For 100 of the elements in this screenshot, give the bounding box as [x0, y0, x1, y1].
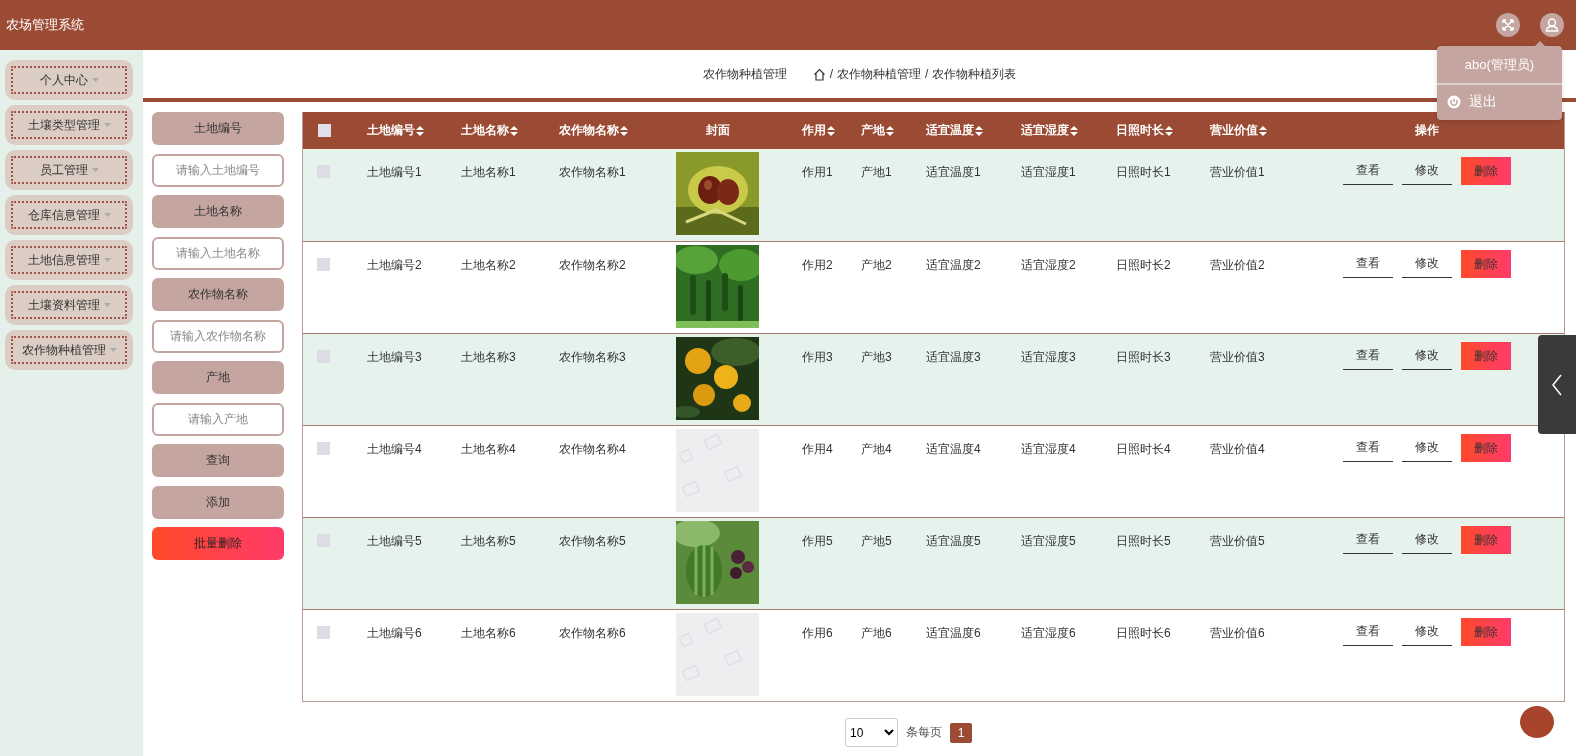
checkbox[interactable] [317, 442, 330, 455]
table-cell: 适宜温度4 [926, 442, 981, 456]
delete-button[interactable]: 删除 [1461, 434, 1511, 462]
breadcrumb-item[interactable]: 农作物种植管理 [837, 65, 921, 83]
home-icon[interactable] [812, 67, 826, 81]
sort-icon[interactable] [1165, 125, 1173, 136]
table-cell: 土地编号6 [367, 626, 422, 640]
sidebar-item[interactable]: 农作物种植管理 [5, 330, 133, 370]
column-header: 封面 [704, 122, 731, 139]
table-cell: 日照时长4 [1116, 442, 1171, 456]
sidebar-item[interactable]: 土壤资料管理 [5, 285, 133, 325]
floating-ball[interactable] [1520, 706, 1554, 738]
delete-button[interactable]: 删除 [1461, 526, 1511, 554]
action-button[interactable]: 修改 [1402, 618, 1452, 646]
table-cell: 产地6 [861, 626, 892, 640]
search-field[interactable]: 请输入土地编号 [152, 153, 284, 187]
sidebar-item[interactable]: 土壤类型管理 [5, 105, 133, 145]
sidebar-item[interactable]: 土地信息管理 [5, 240, 133, 280]
caret-icon [103, 258, 111, 262]
batch-delete-button[interactable]: 批量删除 [152, 527, 284, 560]
table-cell: 适宜温度1 [926, 165, 981, 179]
column-header[interactable]: 产地 [861, 122, 885, 139]
delete-button[interactable]: 删除 [1461, 618, 1511, 646]
action-button[interactable]: 查看 [1343, 434, 1393, 462]
table-cell: 产地3 [861, 350, 892, 364]
table-cell: 营业价值4 [1210, 442, 1265, 456]
column-header[interactable]: 营业价值 [1210, 122, 1258, 139]
checkbox[interactable] [318, 124, 331, 137]
action-button[interactable]: 查看 [1343, 618, 1393, 646]
sort-icon[interactable] [620, 125, 628, 136]
action-button[interactable]: 查看 [1343, 157, 1393, 185]
sort-icon[interactable] [510, 125, 518, 136]
sidebar-item[interactable]: 仓库信息管理 [5, 195, 133, 235]
column-header[interactable]: 适宜温度 [926, 122, 974, 139]
action-button[interactable]: 查看 [1343, 250, 1393, 278]
table-cell: 产地5 [861, 534, 892, 548]
column-header[interactable]: 日照时长 [1116, 122, 1164, 139]
action-button[interactable]: 修改 [1402, 250, 1452, 278]
search-field[interactable]: 请输入农作物名称 [152, 319, 284, 353]
delete-button[interactable]: 删除 [1461, 250, 1511, 278]
column-header[interactable]: 适宜湿度 [1021, 122, 1069, 139]
table-cell: 营业价值3 [1210, 350, 1265, 364]
table-cell: 作用3 [802, 350, 833, 364]
action-button[interactable]: 修改 [1402, 526, 1452, 554]
caret-icon [109, 348, 117, 352]
table-cell: 适宜湿度5 [1021, 534, 1076, 548]
page-size-select[interactable]: 10 [845, 718, 898, 747]
breadcrumb-item: 农作物种植列表 [932, 65, 1017, 83]
action-button[interactable]: 添加 [152, 485, 284, 519]
caret-icon [103, 213, 111, 217]
search-field[interactable]: 请输入土地名称 [152, 236, 284, 270]
column-header[interactable]: 农作物名称 [559, 122, 619, 139]
action-button[interactable]: 查看 [1343, 342, 1393, 370]
table-cell: 农作物名称6 [559, 626, 626, 640]
drawer-handle[interactable] [1538, 335, 1576, 434]
fullscreen-icon[interactable] [1496, 13, 1520, 37]
sidebar-item[interactable]: 员工管理 [5, 150, 133, 190]
table-cell: 土地编号4 [367, 442, 422, 456]
checkbox[interactable] [317, 626, 330, 639]
sidebar-item[interactable]: 个人中心 [5, 60, 133, 100]
per-page-label: 条每页 [906, 724, 942, 741]
table-cell: 适宜温度3 [926, 350, 981, 364]
table-cell: 土地编号1 [367, 165, 422, 179]
table-cell: 日照时长3 [1116, 350, 1171, 364]
table-cell: 营业价值6 [1210, 626, 1265, 640]
table-cell: 土地名称1 [461, 165, 516, 179]
field-label: 土地编号 [152, 112, 284, 145]
column-header[interactable]: 土地名称 [461, 122, 509, 139]
sort-icon[interactable] [827, 125, 835, 136]
checkbox[interactable] [317, 258, 330, 271]
sort-icon[interactable] [1070, 125, 1078, 136]
table-cell: 土地名称5 [461, 534, 516, 548]
table-cell: 日照时长2 [1116, 258, 1171, 272]
table-cell: 适宜湿度1 [1021, 165, 1076, 179]
table-cell: 土地编号3 [367, 350, 422, 364]
search-field[interactable]: 请输入产地 [152, 402, 284, 436]
delete-button[interactable]: 删除 [1461, 157, 1511, 185]
sort-icon[interactable] [886, 125, 894, 136]
column-header[interactable]: 土地编号 [367, 122, 415, 139]
sort-icon[interactable] [975, 125, 983, 136]
action-button[interactable]: 修改 [1402, 434, 1452, 462]
field-label: 产地 [152, 361, 284, 394]
delete-button[interactable]: 删除 [1461, 342, 1511, 370]
breadcrumb-separator: / [829, 67, 833, 81]
page-button[interactable]: 1 [950, 722, 972, 743]
table-cell: 适宜湿度3 [1021, 350, 1076, 364]
action-button[interactable]: 修改 [1402, 157, 1452, 185]
column-header[interactable]: 作用 [802, 122, 826, 139]
table-cell: 日照时长5 [1116, 534, 1171, 548]
action-button[interactable]: 修改 [1402, 342, 1452, 370]
user-icon[interactable] [1540, 13, 1564, 37]
sort-icon[interactable] [416, 125, 424, 136]
sort-icon[interactable] [1259, 125, 1267, 136]
action-button[interactable]: 查看 [1343, 526, 1393, 554]
table-cell: 土地名称6 [461, 626, 516, 640]
table-cell: 适宜温度2 [926, 258, 981, 272]
caret-icon [103, 303, 111, 307]
breadcrumb-separator: / [925, 67, 929, 81]
table-cell: 土地名称3 [461, 350, 516, 364]
action-button[interactable]: 查询 [152, 444, 284, 477]
